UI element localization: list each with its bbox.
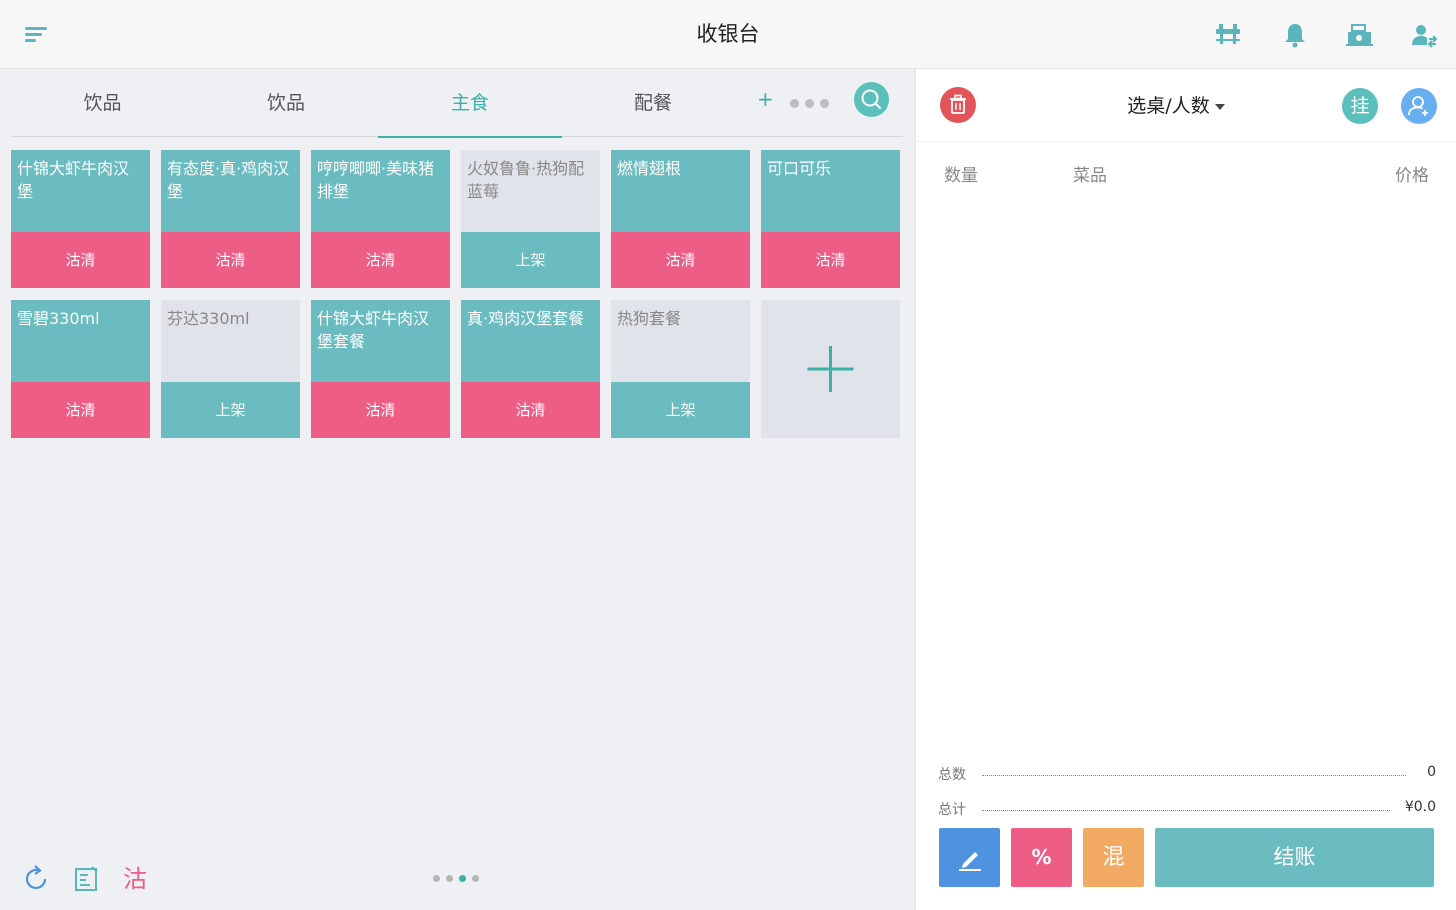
edit-button[interactable]	[939, 828, 1000, 887]
product-name: 热狗套餐	[611, 300, 750, 382]
product-name: 有态度·真·鸡肉汉堡	[161, 150, 300, 232]
column-price: 价格	[1395, 166, 1429, 186]
clear-order-button[interactable]	[940, 87, 976, 123]
search-button[interactable]	[854, 82, 889, 117]
total-amount-label: 总计	[938, 802, 966, 818]
product-card[interactable]: 芬达330ml 上架	[161, 300, 300, 438]
tab-drinks-2[interactable]: 饮品	[194, 69, 378, 137]
add-category-button[interactable]: +	[757, 87, 774, 111]
page-dot-active[interactable]	[459, 875, 466, 882]
refresh-icon[interactable]	[21, 864, 51, 894]
hold-order-button[interactable]: 挂	[1342, 88, 1378, 124]
product-name: 哼哼唧唧·美味猪排堡	[311, 150, 450, 232]
product-name: 火奴鲁鲁·热狗配蓝莓	[461, 150, 600, 232]
product-status[interactable]: 沽清	[11, 382, 150, 438]
product-status[interactable]: 上架	[161, 382, 300, 438]
total-amount-value: ¥0.0	[1404, 799, 1436, 815]
product-name: 可口可乐	[761, 150, 900, 232]
divider	[982, 775, 1406, 776]
search-icon	[861, 89, 881, 109]
divider	[982, 810, 1390, 811]
total-count-label: 总数	[938, 767, 966, 783]
product-status[interactable]: 沽清	[11, 232, 150, 288]
product-card[interactable]: 什锦大虾牛肉汉堡 沽清	[11, 150, 150, 288]
order-header: 选桌/人数 挂	[916, 69, 1456, 142]
product-name: 燃情翅根	[611, 150, 750, 232]
menu-panel: 饮品 饮品 主食 配餐 + 什锦大虾牛肉汉堡 沽清 有态度·真·鸡肉汉堡 沽清 …	[0, 69, 915, 910]
trash-icon	[950, 94, 966, 114]
sold-out-icon[interactable]: 沽	[120, 864, 150, 894]
page-dot[interactable]	[446, 875, 453, 882]
column-quantity: 数量	[944, 166, 978, 186]
order-panel: 选桌/人数 挂 数量 菜品 价格 总数 0 总计 ¥0.0 % 混 结账	[915, 69, 1456, 910]
plus-icon	[807, 346, 854, 392]
product-name: 什锦大虾牛肉汉堡	[11, 150, 150, 232]
tab-side-dish[interactable]: 配餐	[562, 69, 744, 137]
product-card[interactable]: 燃情翅根 沽清	[611, 150, 750, 288]
product-status[interactable]: 沽清	[311, 382, 450, 438]
table-guest-select[interactable]: 选桌/人数	[1096, 89, 1256, 123]
cash-register-icon[interactable]	[1344, 20, 1374, 50]
checkout-button[interactable]: 结账	[1155, 828, 1434, 887]
tab-staple-food[interactable]: 主食	[378, 69, 562, 138]
product-card[interactable]: 真·鸡肉汉堡套餐 沽清	[461, 300, 600, 438]
page-indicator	[433, 875, 483, 883]
discount-button[interactable]: %	[1011, 828, 1072, 887]
product-status[interactable]: 沽清	[311, 232, 450, 288]
product-card[interactable]: 有态度·真·鸡肉汉堡 沽清	[161, 150, 300, 288]
total-count-value: 0	[1427, 764, 1436, 780]
page-dot[interactable]	[433, 875, 440, 882]
product-card[interactable]: 可口可乐 沽清	[761, 150, 900, 288]
product-status[interactable]: 沽清	[611, 232, 750, 288]
more-tabs-icon[interactable]	[790, 99, 832, 109]
product-status[interactable]: 沽清	[461, 382, 600, 438]
product-name: 什锦大虾牛肉汉堡套餐	[311, 300, 450, 382]
pencil-icon	[959, 852, 981, 871]
bell-icon[interactable]	[1280, 20, 1310, 50]
product-card[interactable]: 火奴鲁鲁·热狗配蓝莓 上架	[461, 150, 600, 288]
menu-icon[interactable]	[22, 22, 52, 48]
product-card[interactable]: 雪碧330ml 沽清	[11, 300, 150, 438]
product-card[interactable]: 什锦大虾牛肉汉堡套餐 沽清	[311, 300, 450, 438]
mixed-payment-button[interactable]: 混	[1083, 828, 1144, 887]
edit-note-icon[interactable]	[71, 864, 101, 894]
page-dot[interactable]	[472, 875, 479, 882]
product-status[interactable]: 上架	[611, 382, 750, 438]
category-tabs: 饮品 饮品 主食 配餐 +	[11, 69, 903, 138]
product-card[interactable]: 哼哼唧唧·美味猪排堡 沽清	[311, 150, 450, 288]
table-guest-label: 选桌/人数	[1127, 95, 1210, 117]
product-name: 真·鸡肉汉堡套餐	[461, 300, 600, 382]
total-amount-row: 总计 ¥0.0	[938, 799, 1436, 819]
user-add-icon	[1408, 96, 1428, 116]
tab-drinks-1[interactable]: 饮品	[11, 69, 194, 137]
table-icon[interactable]	[1213, 20, 1243, 50]
add-product-button[interactable]	[761, 300, 900, 438]
column-dish: 菜品	[1073, 166, 1107, 186]
chevron-down-icon	[1214, 103, 1225, 110]
product-status[interactable]: 沽清	[161, 232, 300, 288]
product-card[interactable]: 热狗套餐 上架	[611, 300, 750, 438]
top-bar: 收银台	[0, 0, 1456, 69]
product-name: 芬达330ml	[161, 300, 300, 382]
switch-user-icon[interactable]	[1409, 20, 1439, 50]
order-columns: 数量 菜品 价格	[916, 161, 1456, 186]
product-status[interactable]: 沽清	[761, 232, 900, 288]
product-name: 雪碧330ml	[11, 300, 150, 382]
product-status[interactable]: 上架	[461, 232, 600, 288]
total-count-row: 总数 0	[938, 764, 1436, 784]
member-button[interactable]	[1401, 88, 1437, 124]
